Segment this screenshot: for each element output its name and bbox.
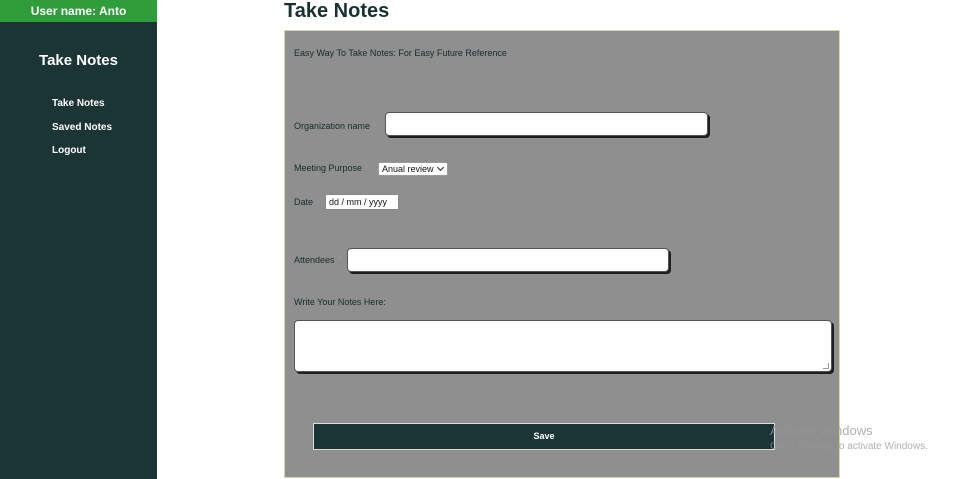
required-marker: * <box>337 255 342 265</box>
save-button[interactable]: Save <box>313 423 775 450</box>
organization-name-input[interactable] <box>385 112 708 136</box>
notes-form: Easy Way To Take Notes: For Easy Future … <box>284 30 840 478</box>
watermark-subtitle: Go to Settings to activate Windows. <box>770 441 928 452</box>
required-marker: * <box>365 163 369 173</box>
date-label-text: Date <box>294 197 314 207</box>
required-marker: * <box>373 121 377 131</box>
form-subtitle: Easy Way To Take Notes: For Easy Future … <box>294 48 507 58</box>
watermark-title: Activate Windows <box>770 423 873 438</box>
attendees-input[interactable] <box>347 248 669 272</box>
required-marker: * <box>316 197 320 207</box>
page-title: Take Notes <box>284 0 390 22</box>
meeting-purpose-label: Meeting Purpose * <box>294 163 369 173</box>
resize-grip-icon[interactable] <box>823 363 829 369</box>
notes-textarea[interactable] <box>294 320 832 372</box>
sidebar-brand: Take Notes <box>39 52 118 69</box>
date-input[interactable]: dd / mm / yyyy <box>325 194 399 210</box>
meeting-purpose-select[interactable]: Anual review <box>378 162 448 176</box>
attendees-label: Attendees * <box>294 255 341 265</box>
sidebar-item-take-notes[interactable]: Take Notes <box>52 98 105 109</box>
user-name-label: User name: Anto <box>0 0 157 22</box>
organization-name-label: Organization name * <box>294 121 377 131</box>
notes-label: Write Your Notes Here: <box>294 297 386 307</box>
date-label: Date * <box>294 197 320 207</box>
attendees-label-text: Attendees <box>294 255 335 265</box>
sidebar-item-logout[interactable]: Logout <box>52 145 86 156</box>
sidebar-item-saved-notes[interactable]: Saved Notes <box>52 122 112 133</box>
sidebar: User name: Anto Take Notes Take Notes Sa… <box>0 0 157 479</box>
organization-name-label-text: Organization name <box>294 121 371 131</box>
meeting-purpose-label-text: Meeting Purpose <box>294 163 363 173</box>
chevron-down-icon <box>436 163 445 172</box>
meeting-purpose-selected: Anual review <box>382 164 434 174</box>
